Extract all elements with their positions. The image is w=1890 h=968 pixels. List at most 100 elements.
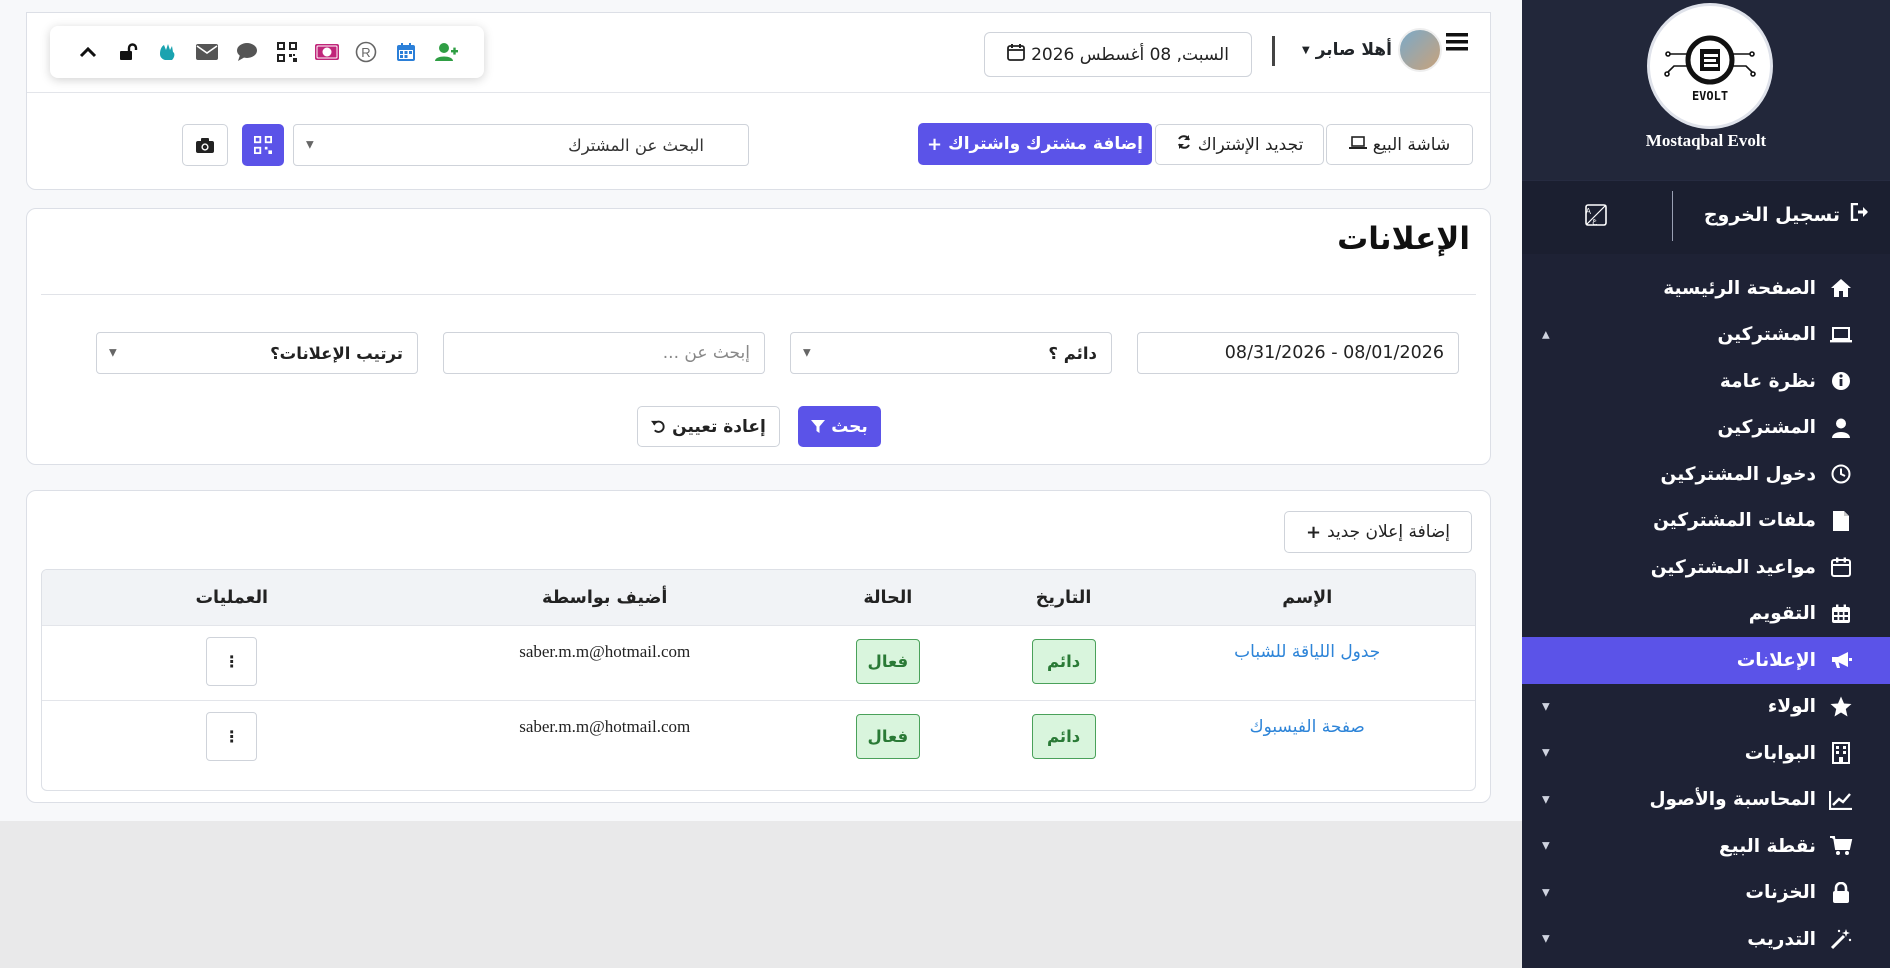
ad-name-link[interactable]: صفحة الفيسبوك: [1250, 717, 1365, 737]
sidebar-item-members-group[interactable]: المشتركين ▲: [1522, 312, 1890, 359]
camera-button[interactable]: [182, 124, 228, 166]
sidebar-item-members[interactable]: المشتركين: [1522, 405, 1890, 452]
sidebar-item-label: نقطة البيع: [1719, 835, 1816, 857]
info-icon: [1828, 369, 1854, 393]
hamburger-menu-icon[interactable]: [1446, 32, 1470, 52]
plus-icon: +: [1305, 521, 1322, 543]
caret-down-icon: ▼: [1542, 840, 1550, 852]
page-title: الإعلانات: [1337, 221, 1470, 257]
hand-icon[interactable]: [154, 39, 180, 65]
date-text: السبت, 08 أغسطس 2026: [1031, 44, 1229, 65]
qrcode-icon[interactable]: [274, 39, 300, 65]
ads-list-card: إضافة إعلان جديد + الإسم التاريخ الحالة …: [26, 490, 1491, 803]
caret-down-icon: ▼: [1542, 747, 1550, 759]
registered-icon[interactable]: R: [353, 39, 379, 65]
sort-ads-select[interactable]: ترتيب الإعلانات؟ ▼: [96, 332, 418, 374]
language-icon[interactable]: Aع: [1584, 203, 1608, 227]
col-added-by[interactable]: أضيف بواسطة: [421, 588, 787, 608]
sidebar-item-training[interactable]: التدريب ▼: [1522, 916, 1890, 963]
sidebar-item-member-entry[interactable]: دخول المشتركين: [1522, 451, 1890, 498]
refresh-icon: [1176, 134, 1192, 155]
add-member-subscription-button[interactable]: إضافة مشترك واشتراك +: [918, 123, 1152, 165]
ads-search-input[interactable]: إبحث عن ...: [443, 332, 765, 374]
chevron-down-icon: ▼: [803, 347, 811, 359]
table-row: صفحة الفيسبوك دائم فعال saber.m.m@hotmai…: [42, 700, 1475, 775]
logout-label: تسجيل الخروج: [1703, 203, 1840, 226]
col-status[interactable]: الحالة: [788, 588, 988, 608]
ads-search-placeholder: إبحث عن ...: [662, 343, 750, 363]
sidebar-item-label: البوابات: [1744, 742, 1816, 764]
laptop-icon: [1348, 135, 1367, 155]
qr-scan-button[interactable]: [242, 124, 284, 166]
ad-name-link[interactable]: جدول اللياقة للشباب: [1234, 642, 1380, 662]
member-search-placeholder: البحث عن المشترك: [568, 135, 704, 155]
envelope-icon[interactable]: [194, 39, 220, 65]
calendar-o-icon: [1007, 43, 1025, 66]
sidebar-item-gates[interactable]: البوابات ▼: [1522, 730, 1890, 777]
chevron-down-icon: ▼: [306, 139, 314, 151]
sidebar-item-safes[interactable]: الخزنات ▼: [1522, 870, 1890, 917]
sidebar-item-label: المحاسبة والأصول: [1649, 789, 1816, 811]
sidebar-item-label: نظرة عامة: [1719, 370, 1816, 392]
comment-icon[interactable]: [234, 39, 260, 65]
sort-ads-value: ترتيب الإعلانات؟: [270, 343, 403, 363]
logo[interactable]: EVOLT: [1647, 3, 1773, 129]
permanent-filter-value: دائم ؟: [1048, 343, 1097, 363]
caret-down-icon: ▼: [1542, 933, 1550, 945]
sidebar-item-home[interactable]: الصفحة الرئيسية: [1522, 265, 1890, 312]
calendar-icon: [1828, 555, 1854, 579]
renew-label: تجديد الإشتراك: [1197, 134, 1304, 155]
chart-line-icon: [1828, 788, 1854, 812]
caret-down-icon: ▼: [1542, 701, 1550, 713]
avatar[interactable]: [1397, 28, 1442, 72]
date-badge: دائم: [1031, 639, 1096, 684]
table-header: الإسم التاريخ الحالة أضيف بواسطة العمليا…: [42, 570, 1475, 625]
sidebar-item-label: دخول المشتركين: [1660, 463, 1816, 485]
sidebar-item-label: الولاء: [1767, 696, 1816, 718]
sidebar-item-loyalty[interactable]: الولاء ▼: [1522, 684, 1890, 731]
permanent-filter-select[interactable]: دائم ؟ ▼: [790, 332, 1112, 374]
caret-down-icon: ▼: [1302, 44, 1310, 56]
sidebar-item-accounting[interactable]: المحاسبة والأصول ▼: [1522, 777, 1890, 824]
camera-icon: [196, 137, 214, 153]
money-icon[interactable]: [314, 39, 340, 65]
add-member-label: إضافة مشترك واشتراك: [948, 134, 1143, 154]
chevron-down-icon: ▼: [109, 347, 117, 359]
search-button[interactable]: بحث: [798, 406, 881, 447]
member-search-select[interactable]: البحث عن المشترك ▼: [293, 124, 749, 166]
calendar-icon[interactable]: [393, 39, 419, 65]
svg-text:ع: ع: [1592, 216, 1597, 225]
add-new-ad-button[interactable]: إضافة إعلان جديد +: [1284, 511, 1472, 553]
header-divider: [1272, 36, 1275, 66]
sign-out-icon: [1850, 202, 1870, 226]
pos-screen-button[interactable]: شاشة البيع: [1326, 124, 1473, 165]
row-actions-button[interactable]: ⋮: [206, 712, 258, 761]
sidebar-item-pos[interactable]: نقطة البيع ▼: [1522, 823, 1890, 870]
col-date[interactable]: التاريخ: [988, 588, 1140, 608]
laptop-icon: [1828, 323, 1854, 347]
sidebar-item-member-files[interactable]: ملفات المشتركين: [1522, 498, 1890, 545]
renew-subscription-button[interactable]: تجديد الإشتراك: [1155, 124, 1324, 165]
chevron-up-icon[interactable]: [75, 39, 101, 65]
user-plus-icon[interactable]: [433, 39, 459, 65]
col-operations: العمليات: [195, 587, 269, 608]
unlock-icon[interactable]: [115, 39, 141, 65]
added-by-email: saber.m.m@hotmail.com: [519, 717, 691, 736]
building-icon: [1828, 741, 1854, 765]
logout-row: تسجيل الخروج Aع: [1522, 180, 1890, 254]
date-range-field[interactable]: 08/01/2026 - 08/31/2026: [1137, 332, 1459, 374]
col-name[interactable]: الإسم: [1139, 588, 1475, 608]
sidebar-item-overview[interactable]: نظرة عامة: [1522, 358, 1890, 405]
logout-button[interactable]: تسجيل الخروج: [1703, 202, 1870, 226]
pos-screen-label: شاشة البيع: [1372, 134, 1451, 155]
sidebar-item-calendar[interactable]: التقويم: [1522, 591, 1890, 638]
row-actions-button[interactable]: ⋮: [206, 637, 258, 686]
reset-button[interactable]: إعادة تعيين: [637, 406, 780, 447]
undo-icon: [651, 420, 665, 433]
sidebar-item-ads[interactable]: الإعلانات: [1522, 637, 1890, 684]
added-by-email: saber.m.m@hotmail.com: [519, 642, 691, 661]
sidebar-item-member-appointments[interactable]: مواعيد المشتركين: [1522, 544, 1890, 591]
add-new-ad-label: إضافة إعلان جديد: [1327, 522, 1451, 542]
star-icon: [1828, 695, 1854, 719]
user-menu[interactable]: أهلا صابر ▼: [1302, 28, 1442, 72]
